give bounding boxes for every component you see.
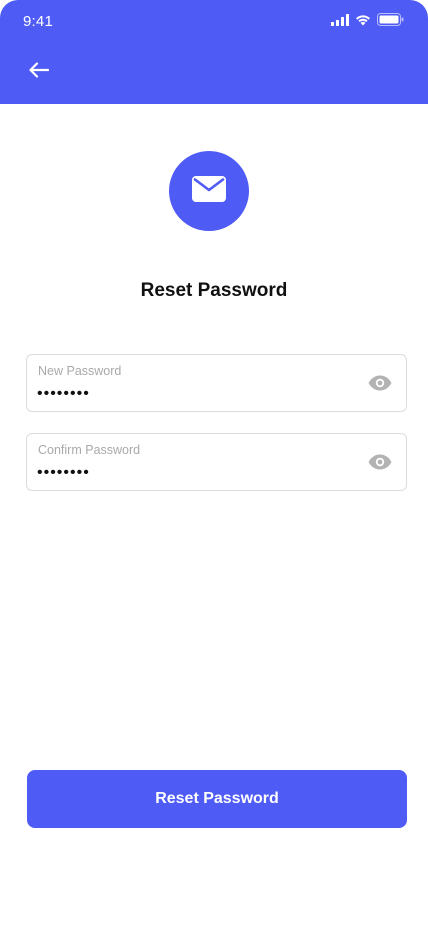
eye-icon[interactable] [368,373,392,393]
confirm-password-input[interactable] [37,462,347,484]
new-password-field[interactable]: New Password [26,354,407,412]
battery-icon [377,13,404,31]
reset-password-button[interactable]: Reset Password [27,770,407,828]
new-password-input[interactable] [37,383,347,405]
eye-icon[interactable] [368,452,392,472]
reset-password-screen: 9:41 Reset Password New Password Confirm… [0,0,428,926]
wifi-icon [355,13,371,31]
page-title: Reset Password [140,280,288,301]
status-time: 9:41 [23,13,53,30]
confirm-password-label: Confirm Password [38,443,141,457]
mail-icon [192,175,226,207]
back-button[interactable] [24,58,54,86]
mail-badge [169,151,249,231]
new-password-label: New Password [38,364,122,378]
confirm-password-field[interactable]: Confirm Password [26,433,407,491]
arrow-left-icon [29,61,50,83]
signal-icon [331,13,349,31]
status-icons [331,13,404,31]
top-header: 9:41 [0,0,428,104]
